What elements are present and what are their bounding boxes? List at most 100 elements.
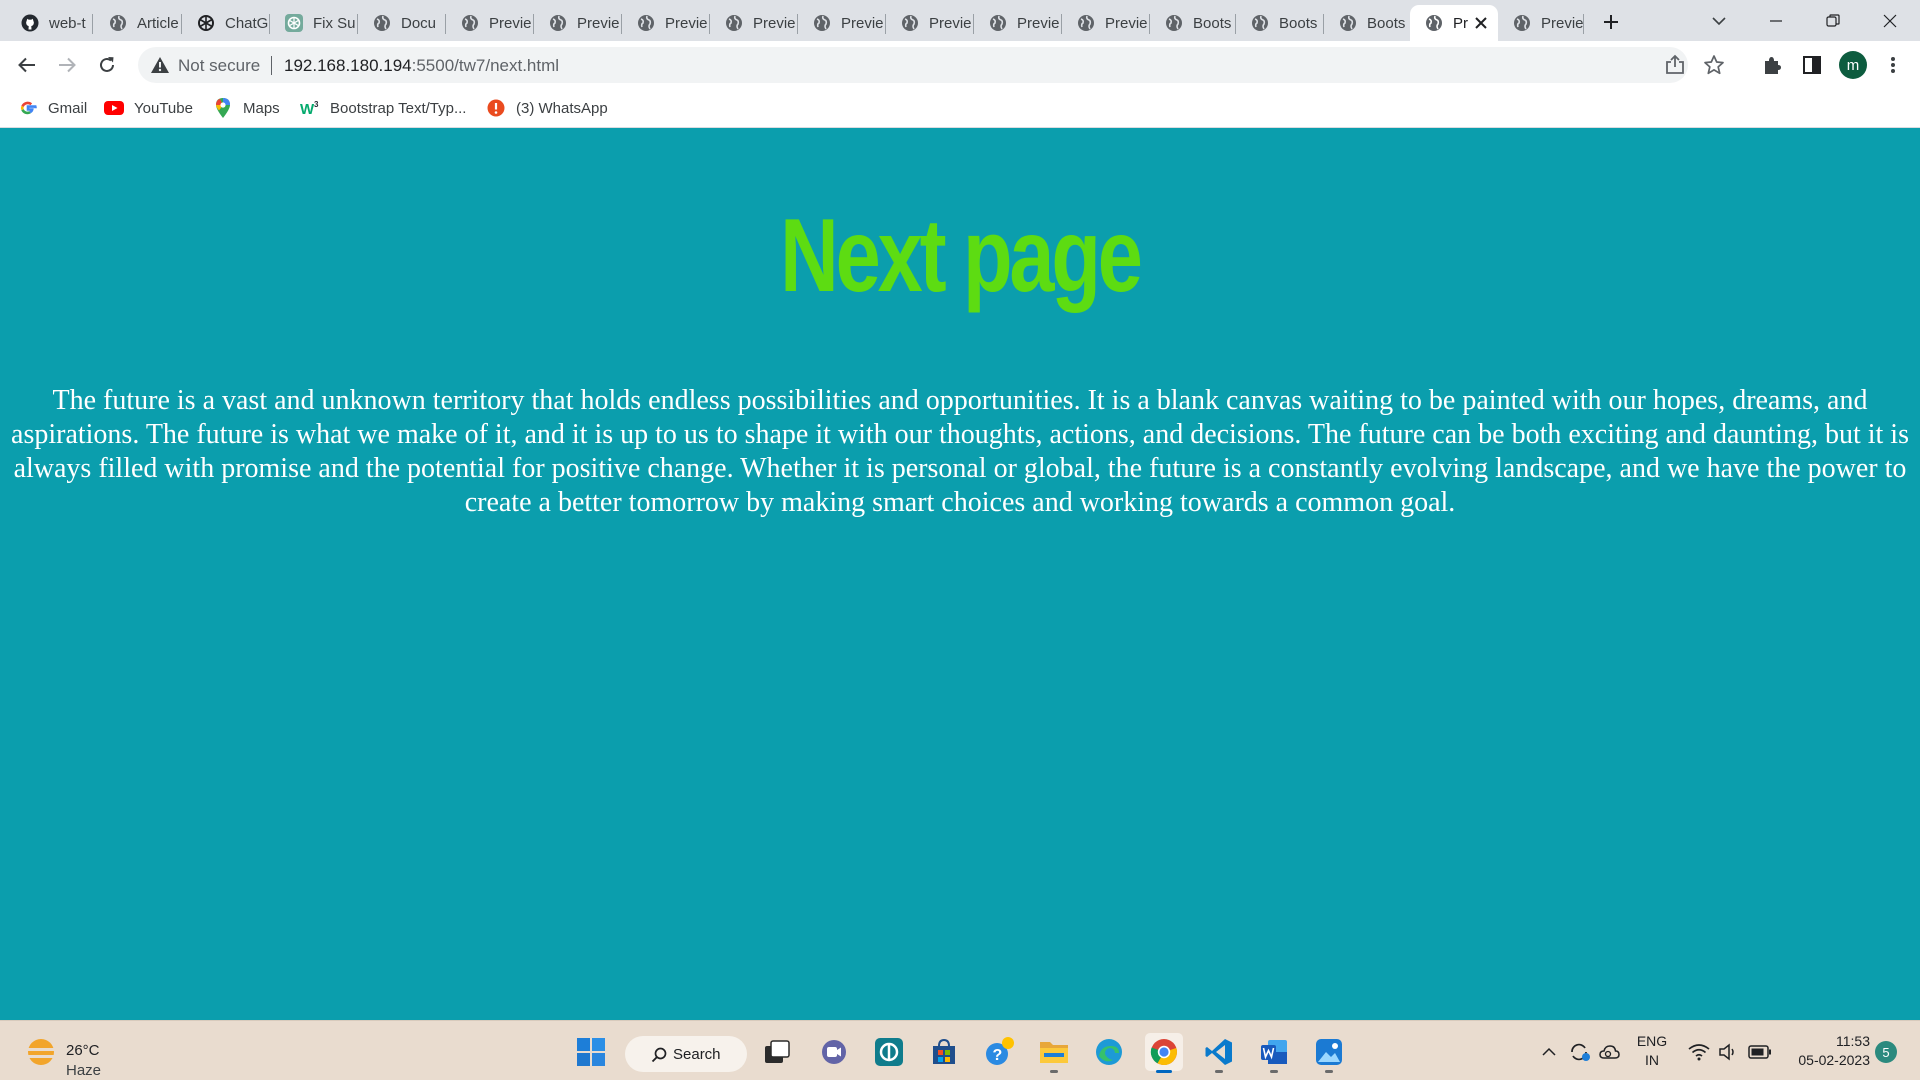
sync-tray-button[interactable] bbox=[1568, 1041, 1592, 1063]
profile-avatar[interactable]: m bbox=[1839, 51, 1867, 79]
reload-button[interactable] bbox=[90, 48, 124, 82]
volume-tray-button[interactable] bbox=[1716, 1041, 1742, 1063]
app-button-1[interactable] bbox=[870, 1033, 908, 1071]
help-button[interactable]: ? bbox=[980, 1033, 1018, 1071]
photos-button[interactable] bbox=[1310, 1033, 1348, 1073]
extensions-button[interactable] bbox=[1759, 52, 1785, 78]
svg-text:?: ? bbox=[993, 1047, 1003, 1064]
globe-icon bbox=[636, 13, 656, 33]
wifi-tray-button[interactable] bbox=[1686, 1041, 1712, 1063]
page-heading: Next page bbox=[780, 198, 1143, 314]
tab-15[interactable]: Boots bbox=[1324, 5, 1412, 41]
side-panel-button[interactable] bbox=[1799, 52, 1825, 78]
photos-icon bbox=[1316, 1039, 1342, 1065]
weather-desc: Haze bbox=[66, 1062, 102, 1079]
tab-label: Previe bbox=[1017, 14, 1060, 32]
tab-separator bbox=[92, 14, 93, 34]
store-button[interactable] bbox=[925, 1033, 963, 1071]
back-button[interactable] bbox=[10, 48, 44, 82]
show-hidden-icons-button[interactable] bbox=[1538, 1041, 1560, 1063]
restore-button[interactable] bbox=[1805, 0, 1861, 41]
tab-12[interactable]: Previe bbox=[1062, 5, 1150, 41]
tab-6[interactable]: Previe bbox=[534, 5, 622, 41]
tab-11[interactable]: Previe bbox=[974, 5, 1062, 41]
share-icon[interactable] bbox=[1664, 54, 1686, 76]
tab-2[interactable]: ChatGPT bbox=[182, 5, 270, 41]
tab-label: Docu bbox=[401, 14, 437, 32]
bookmark-whatsapp[interactable]: (3) WhatsApp bbox=[486, 96, 608, 120]
tab-label: Previe bbox=[1541, 14, 1584, 32]
tab-17[interactable]: Previe bbox=[1498, 5, 1584, 41]
youtube-icon bbox=[104, 98, 124, 118]
task-view-button[interactable] bbox=[758, 1033, 796, 1071]
weather-widget[interactable]: 26°C Haze bbox=[24, 1031, 144, 1079]
svg-text:3: 3 bbox=[314, 100, 319, 109]
vscode-button[interactable] bbox=[1200, 1033, 1238, 1073]
tab-9[interactable]: Previe bbox=[798, 5, 886, 41]
cloud-tray-button[interactable] bbox=[1598, 1041, 1622, 1063]
bookmark-maps[interactable]: Maps bbox=[213, 96, 280, 120]
google-icon bbox=[18, 98, 38, 118]
bookmark-gmail[interactable]: Gmail bbox=[18, 96, 87, 120]
tab-label: Previe bbox=[577, 14, 620, 32]
word-icon bbox=[1261, 1040, 1287, 1064]
tab-separator bbox=[1583, 14, 1584, 34]
clock[interactable]: 11:53 05-02-2023 bbox=[1780, 1032, 1870, 1070]
tab-4[interactable]: Docu bbox=[358, 5, 446, 41]
minimize-button[interactable] bbox=[1748, 0, 1804, 41]
tab-0[interactable]: web-t bbox=[6, 5, 93, 41]
tab-label: Article bbox=[137, 14, 179, 32]
kebab-menu-icon bbox=[1891, 57, 1895, 73]
weather-temp: 26°C bbox=[66, 1042, 100, 1059]
clock-time: 11:53 bbox=[1836, 1033, 1870, 1049]
tab-active[interactable]: Pr bbox=[1410, 5, 1498, 41]
chrome-icon bbox=[1150, 1039, 1177, 1066]
file-explorer-button[interactable] bbox=[1035, 1033, 1073, 1073]
address-divider bbox=[271, 56, 272, 75]
tab-13[interactable]: Boots bbox=[1150, 5, 1236, 41]
search-label: Search bbox=[673, 1045, 721, 1063]
tab-label: Previe bbox=[665, 14, 708, 32]
bookmark-youtube[interactable]: YouTube bbox=[104, 96, 193, 120]
security-label[interactable]: Not secure bbox=[178, 56, 260, 76]
new-tab-button[interactable] bbox=[1596, 9, 1626, 35]
battery-tray-button[interactable] bbox=[1746, 1041, 1774, 1063]
word-button[interactable] bbox=[1255, 1033, 1293, 1073]
wifi-icon bbox=[1688, 1044, 1710, 1061]
browser-menu-button[interactable] bbox=[1880, 52, 1906, 78]
task-view-icon bbox=[765, 1040, 790, 1063]
tab-7[interactable]: Previe bbox=[622, 5, 710, 41]
close-window-button[interactable] bbox=[1862, 0, 1918, 41]
language-indicator[interactable]: ENG IN bbox=[1628, 1032, 1676, 1070]
tab-10[interactable]: Previe bbox=[886, 5, 974, 41]
sync-icon bbox=[1571, 1043, 1590, 1061]
taskbar-search[interactable]: Search bbox=[625, 1036, 747, 1072]
tab-strip: web-t Article ChatGPT Fix Su Docu Previe… bbox=[0, 0, 1920, 41]
tab-14[interactable]: Boots bbox=[1236, 5, 1324, 41]
page-paragraph: The future is a vast and unknown territo… bbox=[11, 385, 1909, 518]
vscode-icon bbox=[1205, 1039, 1232, 1065]
bookmark-star-icon[interactable] bbox=[1703, 54, 1725, 76]
tab-search-button[interactable] bbox=[1691, 0, 1747, 41]
globe-icon bbox=[1076, 13, 1096, 33]
globe-icon bbox=[1250, 13, 1270, 33]
tab-label: Fix Su bbox=[313, 14, 356, 32]
alert-icon bbox=[486, 98, 506, 118]
tab-5[interactable]: Previe bbox=[446, 5, 534, 41]
bookmark-bootstrap-text[interactable]: W3 Bootstrap Text/Typ... bbox=[300, 96, 466, 120]
tab-3[interactable]: Fix Su bbox=[270, 5, 358, 41]
tab-1[interactable]: Article bbox=[94, 5, 182, 41]
teams-chat-button[interactable] bbox=[815, 1033, 853, 1071]
forward-button[interactable] bbox=[50, 48, 84, 82]
url-host: 192.168.180.194 bbox=[284, 56, 412, 75]
notification-badge[interactable]: 5 bbox=[1875, 1041, 1897, 1063]
close-tab-icon[interactable] bbox=[1472, 14, 1490, 32]
url-text[interactable]: 192.168.180.194:5500/tw7/next.html bbox=[284, 56, 559, 76]
start-button[interactable] bbox=[572, 1033, 610, 1071]
tab-8[interactable]: Previe bbox=[710, 5, 798, 41]
warning-icon[interactable] bbox=[150, 55, 170, 75]
address-bar[interactable]: Not secure 192.168.180.194:5500/tw7/next… bbox=[138, 47, 1724, 83]
folder-icon bbox=[1040, 1042, 1068, 1063]
chrome-button[interactable] bbox=[1145, 1033, 1183, 1073]
edge-button[interactable] bbox=[1090, 1033, 1128, 1071]
